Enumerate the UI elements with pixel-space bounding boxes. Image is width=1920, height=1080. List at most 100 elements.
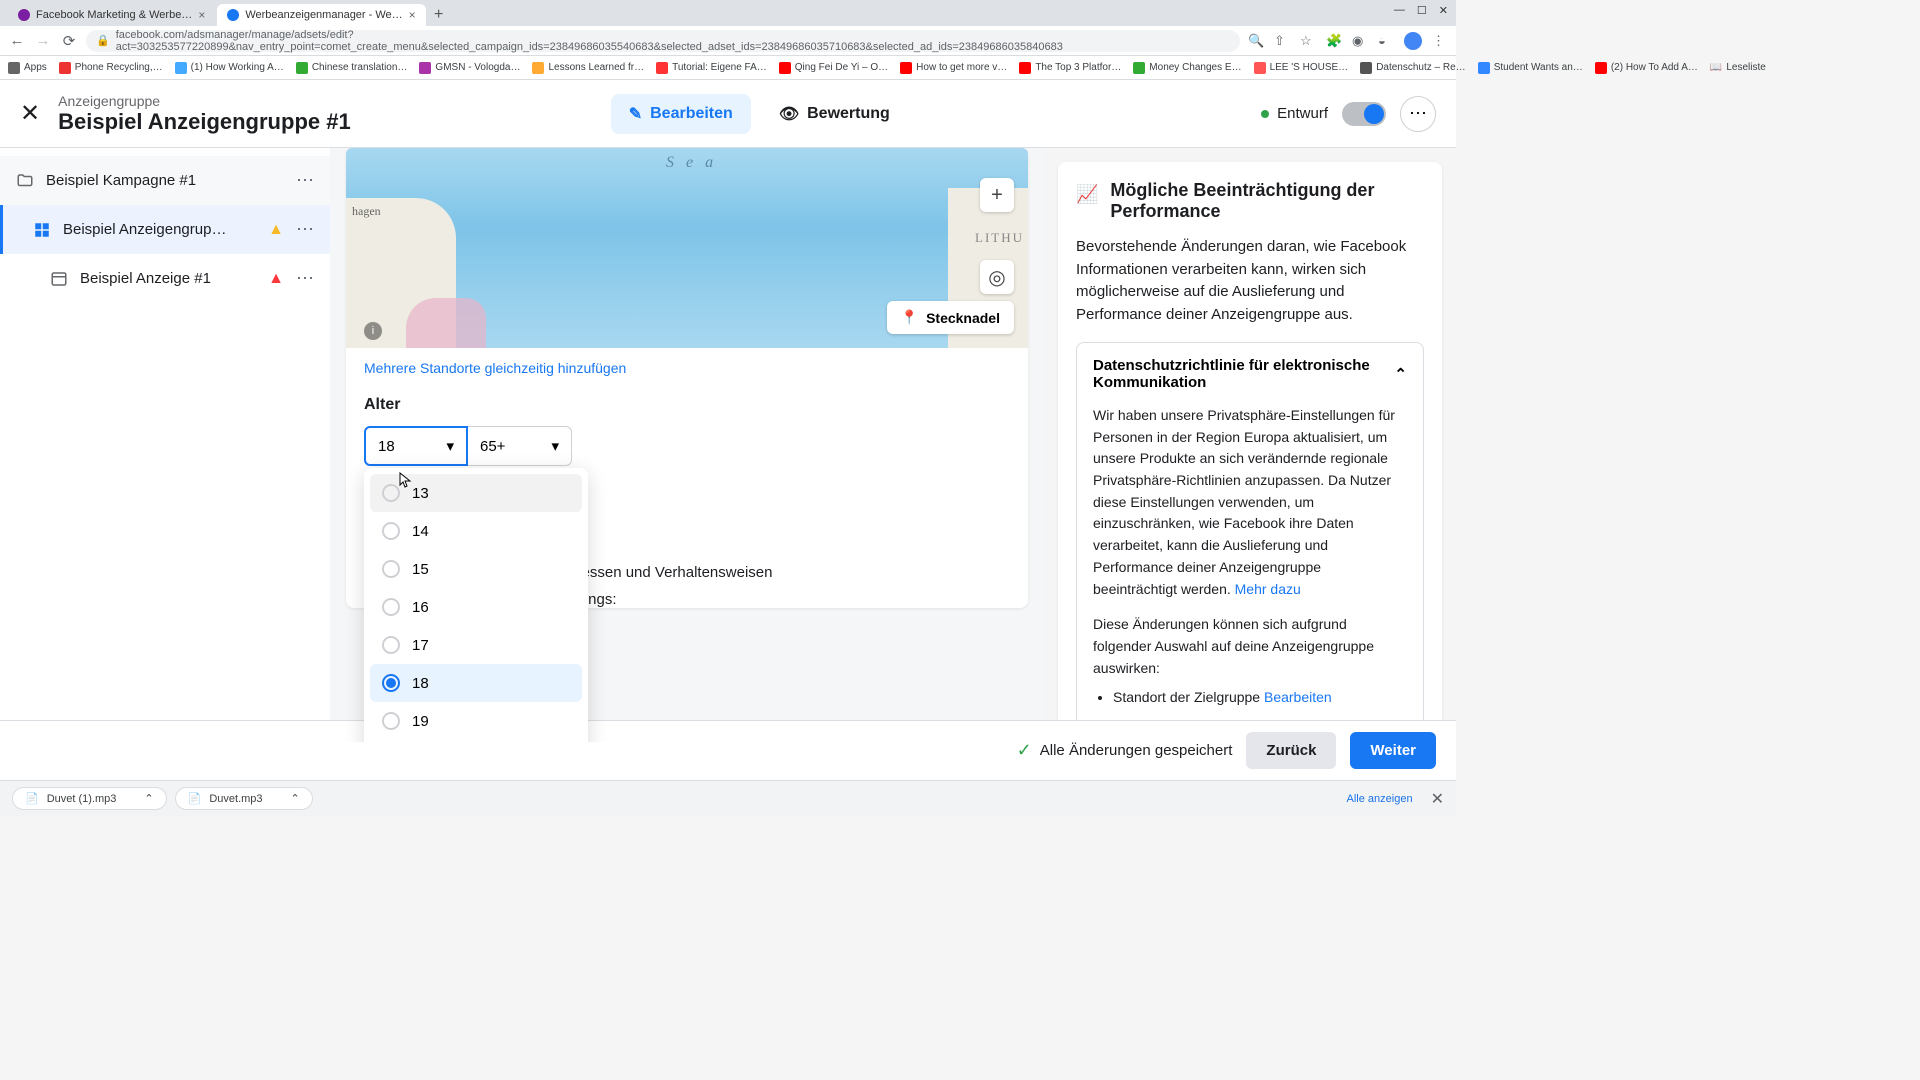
bookmark-item[interactable]: Qing Fei De Yi – O…	[779, 62, 888, 74]
age-max-select[interactable]: 65+ ▾	[468, 426, 572, 466]
locate-button[interactable]: ◎	[980, 260, 1014, 294]
close-icon[interactable]: ✕	[1439, 4, 1448, 17]
extension-icon[interactable]: ◒	[1378, 33, 1394, 49]
radio-icon	[382, 522, 400, 540]
close-button[interactable]: ✕	[20, 99, 40, 128]
chevron-up-icon[interactable]: ⌃	[144, 792, 153, 805]
radio-icon	[382, 484, 400, 502]
menu-icon[interactable]: ⋮	[1432, 33, 1448, 49]
chevron-down-icon: ▾	[446, 437, 454, 455]
profile-avatar[interactable]	[1404, 32, 1422, 50]
edit-targeting-link[interactable]: Bearbeiten	[1264, 689, 1332, 705]
reload-icon[interactable]: ⟳	[60, 32, 78, 50]
error-icon: ▲	[268, 270, 284, 288]
tree-item-adset[interactable]: Beispiel Anzeigengrup… ▲ ⋯	[0, 205, 330, 254]
search-icon[interactable]: 🔍	[1248, 33, 1264, 49]
downloads-bar: 📄Duvet (1).mp3⌃ 📄Duvet.mp3⌃ Alle anzeige…	[0, 780, 1456, 816]
download-item[interactable]: 📄Duvet (1).mp3⌃	[12, 787, 167, 810]
bookmark-item[interactable]: Datenschutz – Re…	[1360, 62, 1466, 74]
next-button[interactable]: Weiter	[1350, 732, 1436, 769]
url-input[interactable]: 🔒 facebook.com/adsmanager/manage/adsets/…	[86, 30, 1240, 52]
saved-status: ✓ Alle Änderungen gespeichert	[1017, 740, 1233, 761]
radio-icon	[382, 598, 400, 616]
more-icon[interactable]: ⋯	[296, 219, 314, 240]
back-icon[interactable]: ←	[8, 32, 26, 50]
bookmark-item[interactable]: Student Wants an…	[1478, 62, 1583, 74]
star-icon[interactable]: ☆	[1300, 33, 1316, 49]
right-panel: 📈 Mögliche Beeinträchtigung der Performa…	[1044, 148, 1456, 742]
bookmark-item[interactable]: How to get more v…	[900, 62, 1007, 74]
info-icon[interactable]: i	[364, 322, 382, 340]
apps-button[interactable]: Apps	[8, 62, 47, 74]
tab-label: Facebook Marketing & Werbe…	[36, 9, 192, 21]
bookmark-item[interactable]: (2) How To Add A…	[1595, 62, 1698, 74]
bookmark-item[interactable]: Phone Recycling,…	[59, 62, 163, 74]
bookmark-item[interactable]: Chinese translation…	[296, 62, 408, 74]
tab-review[interactable]: 👁 Bewertung	[761, 94, 908, 134]
bookmark-item[interactable]: Tutorial: Eigene FA…	[656, 62, 767, 74]
status-toggle[interactable]	[1342, 102, 1386, 126]
page-title: Beispiel Anzeigengruppe #1	[58, 109, 351, 135]
age-option[interactable]: 15	[370, 550, 582, 588]
more-menu-button[interactable]: ⋯	[1400, 96, 1436, 132]
pin-button[interactable]: 📍 Stecknadel	[887, 301, 1014, 334]
location-map[interactable]: S e a hagen LITHU + ◎ 📍 Stecknadel i	[346, 148, 1028, 348]
share-icon[interactable]: ⇧	[1274, 33, 1290, 49]
tab-edit[interactable]: ✎ Bearbeiten	[611, 94, 751, 134]
tree-label: Beispiel Anzeigengrup…	[63, 221, 256, 238]
radio-icon	[382, 636, 400, 654]
age-option[interactable]: 20	[370, 740, 582, 742]
new-tab-button[interactable]: +	[428, 4, 450, 26]
close-icon[interactable]: ×	[409, 8, 416, 22]
back-button[interactable]: Zurück	[1246, 732, 1336, 769]
chevron-down-icon: ▾	[551, 437, 559, 455]
browser-tab[interactable]: Facebook Marketing & Werbe… ×	[8, 4, 215, 26]
file-icon: 📄	[25, 792, 39, 805]
age-dropdown: 13 14 15 16 17 18 19 20	[364, 468, 588, 742]
extension-icon[interactable]: ◉	[1352, 33, 1368, 49]
maximize-icon[interactable]: ☐	[1417, 4, 1427, 17]
age-option[interactable]: 19	[370, 702, 582, 740]
learn-more-link[interactable]: Mehr dazu	[1235, 581, 1301, 597]
download-item[interactable]: 📄Duvet.mp3⌃	[175, 787, 313, 810]
more-icon[interactable]: ⋯	[296, 170, 314, 191]
zoom-in-button[interactable]: +	[980, 178, 1014, 212]
footer-bar: ✓ Alle Änderungen gespeichert Zurück Wei…	[0, 720, 1456, 780]
eye-icon: 👁	[779, 104, 799, 124]
age-option[interactable]: 13	[370, 474, 582, 512]
chevron-up-icon[interactable]: ⌃	[291, 792, 300, 805]
forward-icon[interactable]: →	[34, 32, 52, 50]
panel-title: Mögliche Beeinträchtigung der Performanc…	[1110, 180, 1424, 222]
radio-icon	[382, 560, 400, 578]
reading-list[interactable]: 📖 Leseliste	[1710, 62, 1766, 73]
age-min-select[interactable]: 18 ▾	[364, 426, 468, 466]
tree-item-campaign[interactable]: Beispiel Kampagne #1 ⋯	[0, 156, 330, 205]
age-option[interactable]: 16	[370, 588, 582, 626]
age-option[interactable]: 18	[370, 664, 582, 702]
bookmark-item[interactable]: LEE 'S HOUSE…	[1254, 62, 1349, 74]
tree-item-ad[interactable]: Beispiel Anzeige #1 ▲ ⋯	[0, 254, 330, 303]
file-icon: 📄	[188, 792, 202, 805]
bookmark-item[interactable]: Money Changes E…	[1133, 62, 1241, 74]
close-icon[interactable]: ✕	[1431, 789, 1444, 809]
close-icon[interactable]: ×	[198, 8, 205, 22]
policy-subcard: Datenschutzrichtlinie für elektronische …	[1076, 342, 1424, 726]
title-block: Anzeigengruppe Beispiel Anzeigengruppe #…	[58, 93, 351, 135]
age-option[interactable]: 14	[370, 512, 582, 550]
show-all-downloads[interactable]: Alle anzeigen	[1347, 793, 1413, 805]
browser-tab[interactable]: Werbeanzeigenmanager - We… ×	[217, 4, 425, 26]
age-option[interactable]: 17	[370, 626, 582, 664]
performance-warning-card: 📈 Mögliche Beeinträchtigung der Performa…	[1058, 162, 1442, 744]
bookmark-item[interactable]: The Top 3 Platfor…	[1019, 62, 1121, 74]
minimize-icon[interactable]: —	[1394, 4, 1405, 17]
warning-icon: ▲	[268, 221, 284, 239]
bookmark-item[interactable]: GMSN - Vologda…	[419, 62, 520, 74]
url-text: facebook.com/adsmanager/manage/adsets/ed…	[116, 29, 1230, 53]
extension-icon[interactable]: 🧩	[1326, 33, 1342, 49]
subcard-header[interactable]: Datenschutzrichtlinie für elektronische …	[1077, 343, 1423, 405]
bookmark-item[interactable]: (1) How Working A…	[175, 62, 284, 74]
more-icon[interactable]: ⋯	[296, 268, 314, 289]
content-area: Beispiel Kampagne #1 ⋯ Beispiel Anzeigen…	[0, 148, 1456, 742]
bookmark-item[interactable]: Lessons Learned fr…	[532, 62, 644, 74]
multi-location-link[interactable]: Mehrere Standorte gleichzeitig hinzufüge…	[346, 348, 1028, 388]
